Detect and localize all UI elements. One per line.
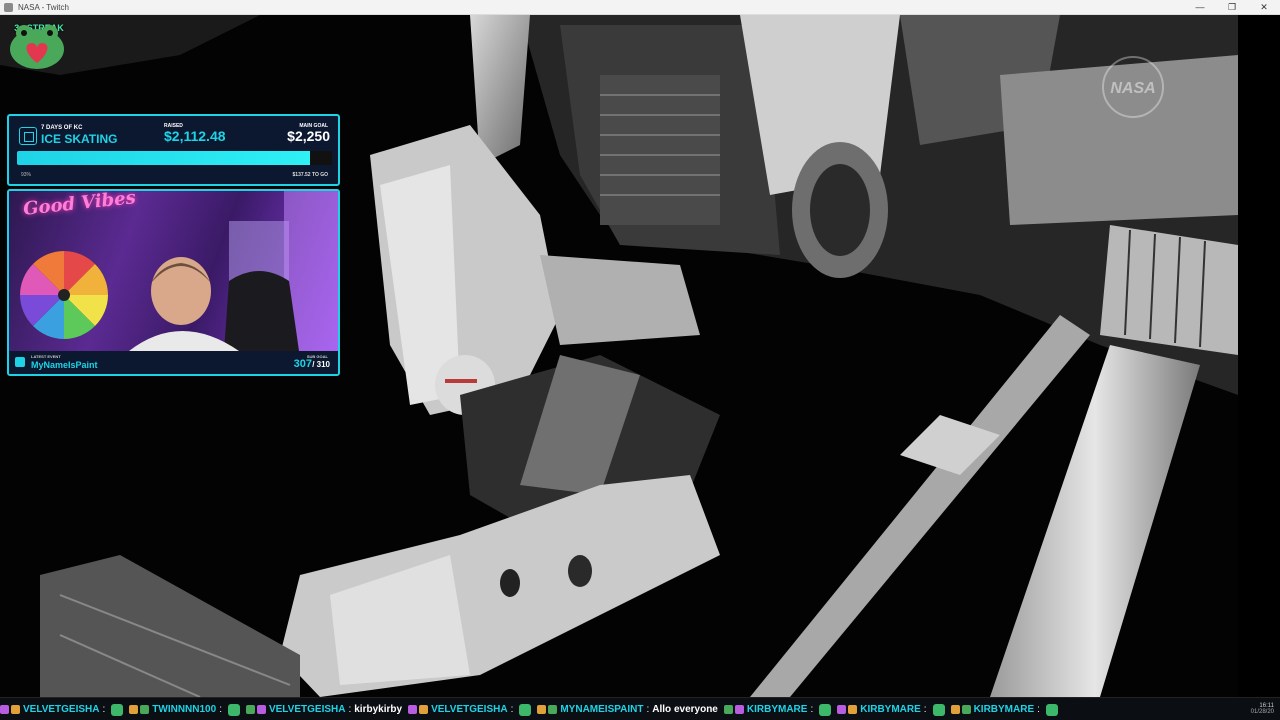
chat-badge-icon	[723, 705, 733, 714]
chat-emote-icon	[227, 703, 240, 716]
chat-ticker: VELVETGEISHA: TWINNNN100: VELVETGEISHA: kir…	[0, 697, 1280, 720]
chat-separator: :	[510, 704, 514, 715]
calendar-icon	[19, 127, 37, 145]
webcam-info-bar: LATEST EVENT MyNameIsPaint SUB GOAL 307 …	[9, 351, 338, 374]
webcam-widget: Good Vibes LATEST EVENT MyNameIsPaint SU…	[7, 189, 340, 376]
stream-video[interactable]: NASA 3x STREAK 7 DAYS OF KC ICE SKATING …	[0, 15, 1280, 697]
goal-days-label: 7 DAYS OF KC	[41, 125, 83, 131]
svg-text:NASA: NASA	[1110, 80, 1155, 97]
chat-message: VELVETGEISHA:	[0, 703, 124, 716]
chat-badges	[245, 705, 266, 714]
window-title: NASA - Twitch	[18, 2, 69, 12]
chat-badge-icon	[548, 705, 558, 714]
chat-badge-icon	[950, 705, 960, 714]
chat-emote-icon	[1045, 703, 1058, 716]
close-button[interactable]: ✕	[1248, 0, 1280, 15]
chat-separator: :	[810, 704, 814, 715]
chat-message: MYNAMEISPAINT: Allo everyone	[537, 704, 718, 715]
chat-separator: :	[646, 704, 650, 715]
chat-username[interactable]: KIRBYMARE	[860, 704, 921, 715]
chat-username[interactable]: KIRBYMARE	[974, 704, 1035, 715]
chat-badge-icon	[245, 705, 255, 714]
app-icon	[4, 2, 13, 12]
chat-separator: :	[102, 704, 106, 715]
chat-separator: :	[348, 704, 352, 715]
chat-username[interactable]: KIRBYMARE	[747, 704, 808, 715]
chat-separator: :	[1037, 704, 1040, 715]
chat-badge-icon	[129, 705, 139, 714]
window-controls: — ❐ ✕	[1184, 0, 1280, 15]
chat-badge-icon	[848, 705, 858, 714]
chat-badges	[0, 705, 20, 714]
chat-badges	[950, 705, 971, 714]
chat-separator: :	[219, 704, 222, 715]
chat-badge-icon	[11, 705, 20, 714]
chat-badge-icon	[408, 705, 418, 714]
chat-username[interactable]: MYNAMEISPAINT	[560, 704, 643, 715]
donation-goal-widget: 7 DAYS OF KC ICE SKATING RAISED $2,112.4…	[7, 114, 340, 186]
goal-progress-bar	[17, 151, 332, 165]
chat-badges	[408, 705, 429, 714]
system-tray-clock[interactable]: 16:11 01/28/20	[1251, 697, 1274, 720]
goal-progress-fill	[17, 151, 310, 165]
streak-widget: 3x STREAK	[6, 23, 72, 69]
chat-badge-icon	[256, 705, 266, 714]
chat-badge-icon	[0, 705, 9, 714]
chat-username[interactable]: VELVETGEISHA	[269, 704, 346, 715]
chat-message: KIRBYMARE:	[723, 703, 832, 716]
chat-badge-icon	[734, 705, 744, 714]
chat-badge-icon	[419, 705, 429, 714]
chat-badges	[837, 705, 858, 714]
chat-badge-icon	[837, 705, 847, 714]
maximize-button[interactable]: ❐	[1216, 0, 1248, 15]
latest-event-label: LATEST EVENT	[31, 354, 61, 359]
chat-emote-icon	[111, 703, 124, 716]
chat-message: KIRBYMARE:	[837, 703, 945, 716]
heart-icon	[15, 357, 25, 367]
chat-message: TWINNNN100:	[129, 703, 240, 716]
minimize-button[interactable]: —	[1184, 0, 1216, 15]
chat-badges	[723, 705, 744, 714]
chat-text: kirbykirby	[354, 704, 403, 715]
frog-heart-icon	[10, 25, 64, 69]
window-titlebar: NASA - Twitch — ❐ ✕	[0, 0, 1280, 15]
chat-badge-icon	[140, 705, 150, 714]
chat-emote-icon	[819, 703, 832, 716]
goal-percent: 93%	[21, 172, 32, 178]
chat-badge-icon	[961, 705, 971, 714]
chat-username[interactable]: TWINNNN100	[152, 704, 216, 715]
sub-goal-target: / 310	[312, 360, 330, 369]
chat-username[interactable]: VELVETGEISHA	[23, 704, 100, 715]
sub-goal-current: 307	[293, 358, 312, 370]
chat-text: Allo everyone	[652, 704, 718, 715]
latest-event-name: MyNameIsPaint	[31, 360, 98, 370]
chat-badge-icon	[537, 705, 547, 714]
chat-badges	[537, 705, 558, 714]
goal-remaining: $137.52 TO GO	[292, 172, 328, 178]
tray-date: 01/28/20	[1250, 708, 1274, 715]
main-goal-value: $2,250	[287, 128, 330, 144]
raised-value: $2,112.48	[164, 128, 226, 144]
chat-emote-icon	[519, 703, 532, 716]
chat-badges	[129, 705, 150, 714]
chat-emote-icon	[932, 703, 945, 716]
chat-ticker-strip: VELVETGEISHA: TWINNNN100: VELVETGEISHA: kir…	[0, 698, 1064, 720]
goal-event-title: ICE SKATING	[41, 132, 118, 146]
chat-message: KIRBYMARE:	[950, 703, 1058, 716]
prize-wheel	[20, 251, 108, 339]
chat-separator: :	[923, 704, 927, 715]
chat-message: VELVETGEISHA: kirbykirby	[245, 704, 403, 715]
webcam-feed: Good Vibes	[9, 191, 338, 351]
chat-username[interactable]: VELVETGEISHA	[431, 704, 508, 715]
chat-message: VELVETGEISHA:	[408, 703, 532, 716]
